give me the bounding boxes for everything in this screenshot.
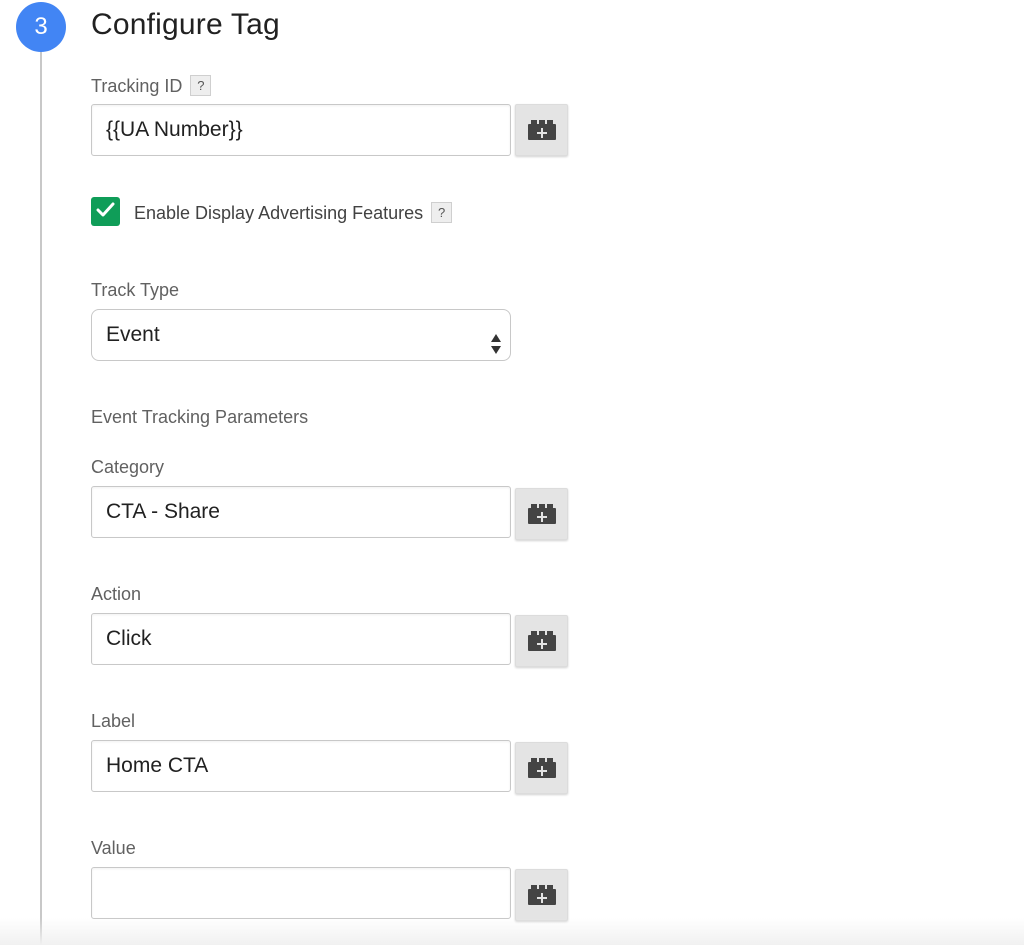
step-number-badge: 3 [16, 2, 66, 52]
display-advertising-label: Enable Display Advertising Features [134, 203, 424, 223]
add-variable-brick-icon [526, 884, 558, 906]
label-input[interactable] [91, 740, 511, 792]
tracking-id-help-icon[interactable]: ? [190, 75, 212, 96]
category-variable-button[interactable] [515, 488, 568, 540]
value-input[interactable] [91, 867, 511, 919]
display-advertising-checkbox[interactable] [91, 197, 120, 226]
step-connector-line [40, 44, 42, 945]
tracking-id-input[interactable] [91, 104, 511, 156]
display-advertising-help-icon[interactable]: ? [431, 202, 453, 223]
category-label: Category [91, 457, 165, 477]
add-variable-brick-icon [526, 119, 558, 141]
tracking-id-variable-button[interactable] [515, 104, 568, 156]
category-input[interactable] [91, 486, 511, 538]
tracking-id-label-row: Tracking ID? [91, 75, 212, 97]
action-variable-button[interactable] [515, 615, 568, 667]
label-variable-button[interactable] [515, 742, 568, 794]
label-field-label: Label [91, 711, 136, 731]
value-variable-button[interactable] [515, 869, 568, 921]
display-advertising-label-row: Enable Display Advertising Features? [134, 202, 453, 224]
action-input[interactable] [91, 613, 511, 665]
track-type-select[interactable]: Event [91, 309, 511, 361]
section-title: Configure Tag [91, 8, 280, 41]
track-type-label: Track Type [91, 280, 180, 300]
event-tracking-parameters-heading: Event Tracking Parameters [91, 407, 309, 427]
tracking-id-label: Tracking ID [91, 76, 183, 96]
add-variable-brick-icon [526, 757, 558, 779]
action-label: Action [91, 584, 142, 604]
value-label: Value [91, 838, 136, 858]
bottom-scroll-fade [0, 918, 1024, 945]
track-type-selected-value: Event [106, 323, 160, 346]
add-variable-brick-icon [526, 630, 558, 652]
up-down-arrows-icon [490, 324, 502, 354]
checkmark-icon [96, 202, 115, 222]
add-variable-brick-icon [526, 503, 558, 525]
